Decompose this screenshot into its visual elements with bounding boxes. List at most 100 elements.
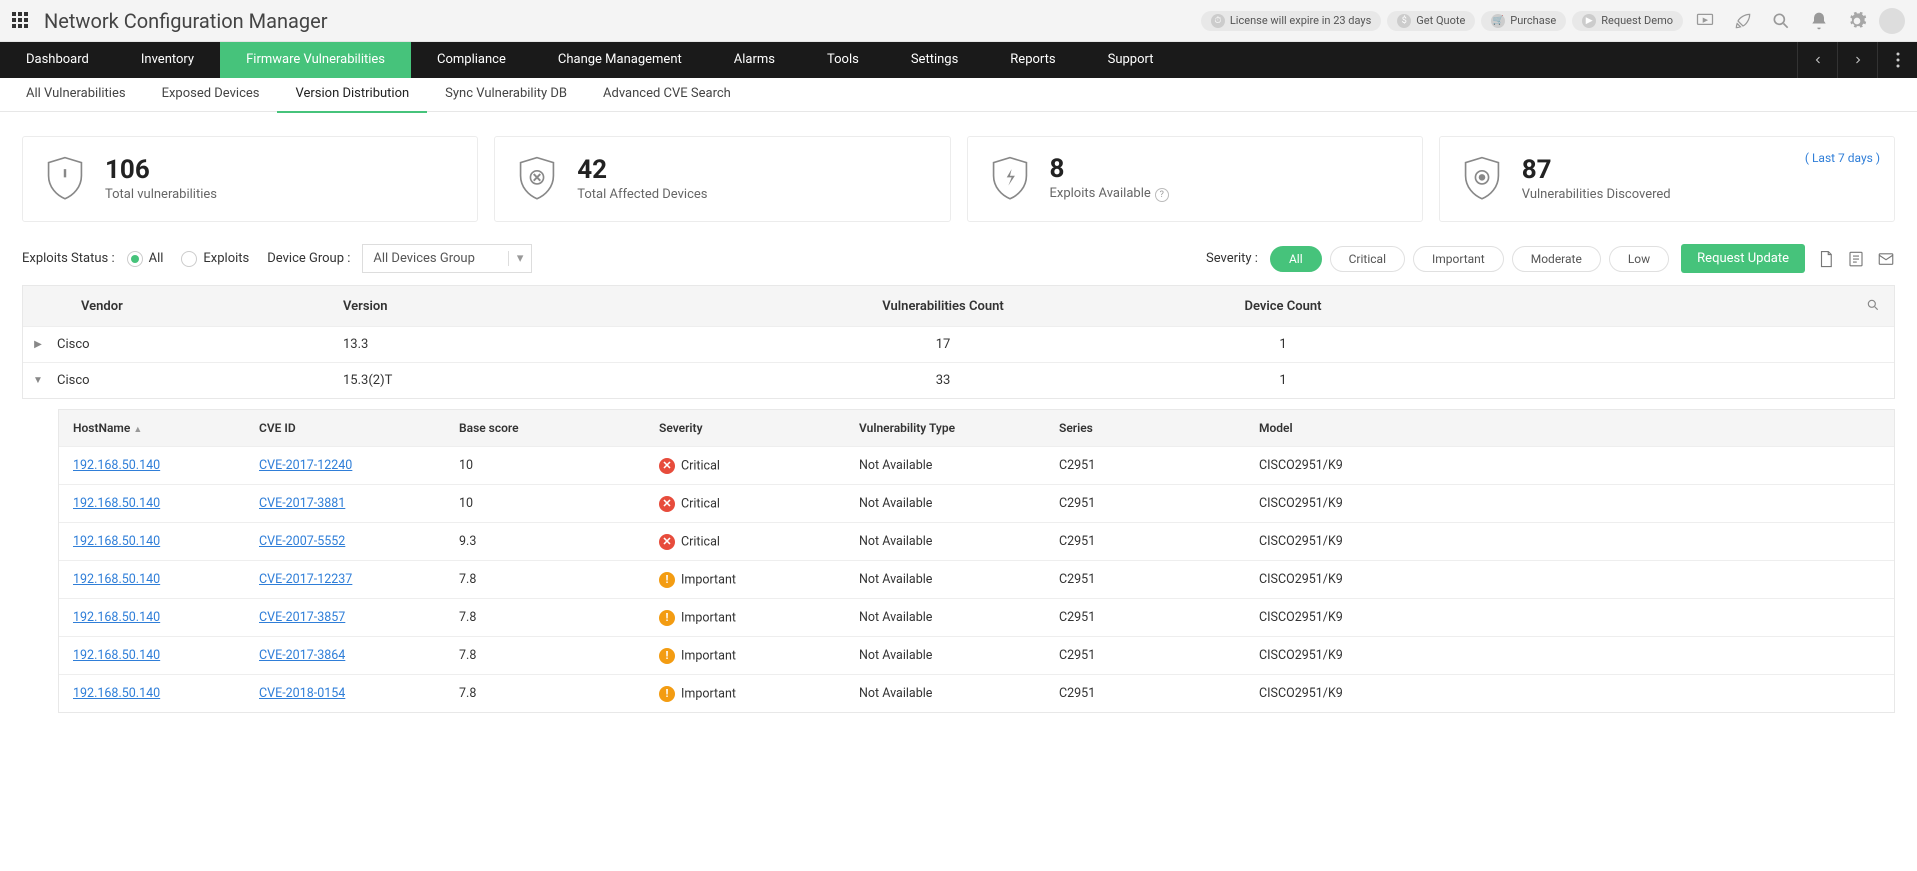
cell-series: C2951: [1059, 496, 1259, 511]
request-update-button[interactable]: Request Update: [1681, 244, 1805, 273]
subnav-advanced-cve-search[interactable]: Advanced CVE Search: [585, 77, 749, 113]
collapse-icon[interactable]: ▼: [23, 375, 53, 386]
stat-value: 106: [105, 157, 217, 183]
expand-icon[interactable]: ▶: [23, 339, 53, 350]
col-cve-id[interactable]: CVE ID: [259, 421, 459, 435]
gear-icon[interactable]: [1847, 11, 1867, 31]
hostname-link[interactable]: 192.168.50.140: [73, 572, 160, 587]
sort-asc-icon: ▲: [133, 425, 142, 435]
cell-vuln-count: 17: [743, 337, 1143, 352]
hostname-link[interactable]: 192.168.50.140: [73, 496, 160, 511]
cell-severity: ✕Critical: [659, 458, 859, 474]
search-icon[interactable]: [1771, 11, 1791, 31]
pdf-export-icon[interactable]: [1817, 250, 1835, 268]
col-vuln-count[interactable]: Vulnerabilities Count: [743, 299, 1143, 314]
rocket-icon[interactable]: [1733, 11, 1753, 31]
nav-firmware-vulnerabilities[interactable]: Firmware Vulnerabilities: [220, 42, 411, 78]
cell-model: CISCO2951/K9: [1259, 458, 1894, 473]
nav-change-management[interactable]: Change Management: [532, 42, 708, 78]
col-vuln-type[interactable]: Vulnerability Type: [859, 421, 1059, 435]
detail-row: 192.168.50.140 CVE-2017-3857 7.8 !Import…: [59, 598, 1894, 636]
cve-link[interactable]: CVE-2017-3857: [259, 610, 345, 625]
subnav-exposed-devices[interactable]: Exposed Devices: [144, 77, 278, 113]
cell-score: 10: [459, 458, 659, 473]
hostname-link[interactable]: 192.168.50.140: [73, 458, 160, 473]
severity-important[interactable]: Important: [1413, 246, 1504, 272]
device-group-select[interactable]: All Devices Group: [362, 244, 532, 273]
cve-link[interactable]: CVE-2017-3881: [259, 496, 345, 511]
cell-type: Not Available: [859, 610, 1059, 625]
radio-all[interactable]: All: [127, 251, 164, 267]
table-search-icon[interactable]: [1866, 298, 1880, 312]
cell-version: 13.3: [343, 337, 743, 352]
subnav-version-distribution[interactable]: Version Distribution: [277, 77, 427, 113]
nav-tools[interactable]: Tools: [801, 42, 885, 78]
subnav-sync-vulnerability-db[interactable]: Sync Vulnerability DB: [427, 77, 585, 113]
detail-row: 192.168.50.140 CVE-2017-12240 10 ✕Critic…: [59, 446, 1894, 484]
cell-vendor: Cisco: [53, 337, 343, 352]
purchase-pill[interactable]: 🛒Purchase: [1481, 11, 1566, 31]
hostname-link[interactable]: 192.168.50.140: [73, 686, 160, 701]
csv-export-icon[interactable]: [1847, 250, 1865, 268]
nav-more-icon[interactable]: [1877, 42, 1917, 78]
help-icon[interactable]: ?: [1155, 188, 1169, 202]
col-model[interactable]: Model: [1259, 421, 1894, 435]
quote-pill[interactable]: $Get Quote: [1387, 11, 1475, 31]
detail-row: 192.168.50.140 CVE-2007-5552 9.3 ✕Critic…: [59, 522, 1894, 560]
severity-important-icon: !: [659, 610, 675, 626]
cell-series: C2951: [1059, 610, 1259, 625]
col-severity[interactable]: Severity: [659, 421, 859, 435]
license-text: License will expire in 23 days: [1230, 14, 1371, 27]
col-version[interactable]: Version: [343, 299, 743, 314]
cve-link[interactable]: CVE-2017-12237: [259, 572, 352, 587]
col-series[interactable]: Series: [1059, 421, 1259, 435]
nav-dashboard[interactable]: Dashboard: [0, 42, 115, 78]
severity-moderate[interactable]: Moderate: [1512, 246, 1601, 272]
cve-link[interactable]: CVE-2018-0154: [259, 686, 345, 701]
severity-all[interactable]: All: [1270, 246, 1322, 272]
col-base-score[interactable]: Base score: [459, 421, 659, 435]
col-device-count[interactable]: Device Count: [1143, 299, 1423, 314]
cell-model: CISCO2951/K9: [1259, 496, 1894, 511]
detail-table: HostName▲ CVE ID Base score Severity Vul…: [58, 409, 1895, 713]
nav-next-arrow[interactable]: [1837, 42, 1877, 78]
demo-pill[interactable]: ▶Request Demo: [1572, 11, 1683, 31]
severity-low[interactable]: Low: [1609, 246, 1669, 272]
license-pill[interactable]: ⏱License will expire in 23 days: [1201, 11, 1381, 31]
nav-settings[interactable]: Settings: [885, 42, 984, 78]
table-row[interactable]: ▼ Cisco 15.3(2)T 33 1: [23, 362, 1894, 398]
nav-reports[interactable]: Reports: [984, 42, 1081, 78]
nav-alarms[interactable]: Alarms: [708, 42, 801, 78]
detail-header: HostName▲ CVE ID Base score Severity Vul…: [59, 410, 1894, 446]
subnav-all-vulnerabilities[interactable]: All Vulnerabilities: [8, 77, 144, 113]
hostname-link[interactable]: 192.168.50.140: [73, 648, 160, 663]
nav-compliance[interactable]: Compliance: [411, 42, 532, 78]
cve-link[interactable]: CVE-2007-5552: [259, 534, 345, 549]
col-vendor[interactable]: Vendor: [23, 299, 343, 314]
cell-series: C2951: [1059, 648, 1259, 663]
nav-inventory[interactable]: Inventory: [115, 42, 220, 78]
nav-support[interactable]: Support: [1082, 42, 1180, 78]
cve-link[interactable]: CVE-2017-3864: [259, 648, 345, 663]
cell-model: CISCO2951/K9: [1259, 572, 1894, 587]
cell-device-count: 1: [1143, 373, 1423, 388]
hostname-link[interactable]: 192.168.50.140: [73, 610, 160, 625]
table-row[interactable]: ▶ Cisco 13.3 17 1: [23, 326, 1894, 362]
cell-vuln-count: 33: [743, 373, 1143, 388]
cell-severity: !Important: [659, 648, 859, 664]
cve-link[interactable]: CVE-2017-12240: [259, 458, 352, 473]
email-icon[interactable]: [1877, 250, 1895, 268]
app-launcher-icon[interactable]: [12, 12, 30, 30]
col-hostname[interactable]: HostName▲: [59, 421, 259, 435]
nav-prev-arrow[interactable]: [1797, 42, 1837, 78]
cell-score: 9.3: [459, 534, 659, 549]
radio-exploits[interactable]: Exploits: [181, 251, 249, 267]
hostname-link[interactable]: 192.168.50.140: [73, 534, 160, 549]
detail-row: 192.168.50.140 CVE-2017-12237 7.8 !Impor…: [59, 560, 1894, 598]
avatar[interactable]: [1879, 8, 1905, 34]
presentation-icon[interactable]: [1695, 11, 1715, 31]
last-7-days-link[interactable]: ( Last 7 days ): [1805, 151, 1880, 165]
severity-critical[interactable]: Critical: [1330, 246, 1405, 272]
cell-severity: ✕Critical: [659, 534, 859, 550]
bell-icon[interactable]: [1809, 11, 1829, 31]
